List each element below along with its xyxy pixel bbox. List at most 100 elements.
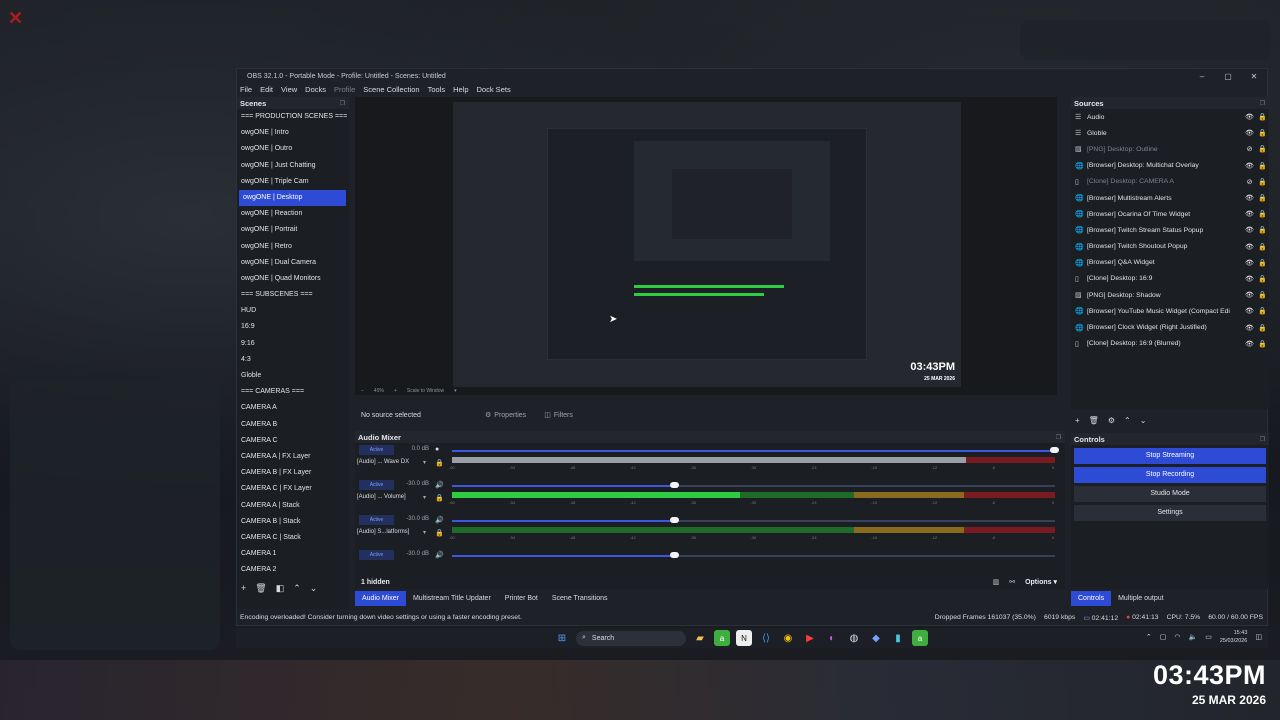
scene-item[interactable]: CAMERA A | Stack xyxy=(237,498,349,514)
remove-source-icon[interactable]: 🗑 xyxy=(1089,416,1099,425)
scene-item[interactable]: HUD xyxy=(237,303,349,319)
link-icon[interactable]: ⚯ xyxy=(1009,578,1015,586)
app-green2-icon[interactable]: a xyxy=(912,630,928,646)
youtube-music-icon[interactable]: ▶ xyxy=(802,630,818,646)
scene-item[interactable]: 4:3 xyxy=(237,352,349,368)
lock-icon[interactable]: 🔒 xyxy=(1256,226,1269,234)
preview-canvas[interactable]: ➤ 03:43PM 25 MAR 2026 xyxy=(453,102,961,387)
tab-scene-transitions[interactable]: Scene Transitions xyxy=(545,591,615,606)
settings-button[interactable]: Settings xyxy=(1074,505,1266,521)
source-item[interactable]: ☰ Globle 👁 🔒 xyxy=(1071,125,1269,141)
lock-icon[interactable]: 🔒 xyxy=(1256,340,1269,348)
volume-slider-knob[interactable] xyxy=(1050,447,1059,453)
volume-icon[interactable]: ● xyxy=(435,446,439,453)
app-cyan-icon[interactable]: ▮ xyxy=(890,630,906,646)
stop-streaming-button[interactable]: Stop Streaming xyxy=(1074,448,1266,464)
source-item[interactable]: ▨ [PNG] Desktop: Shadow 👁 🔒 xyxy=(1071,287,1269,303)
scene-item[interactable]: 16:9 xyxy=(237,319,349,335)
menu-help[interactable]: Help xyxy=(453,85,468,94)
scene-item[interactable]: owgONE | Reaction xyxy=(237,206,349,222)
eye-icon[interactable]: 👁 xyxy=(1243,275,1256,283)
volume-icon[interactable]: 🔊 xyxy=(435,551,444,559)
layout-icon[interactable]: ▥ xyxy=(993,578,1000,586)
eye-icon[interactable]: 👁 xyxy=(1243,259,1256,267)
scene-item[interactable]: === PRODUCTION SCENES === xyxy=(237,109,349,125)
scene-item[interactable]: CAMERA C xyxy=(237,433,349,449)
volume-icon[interactable]: 🔊 xyxy=(435,516,444,524)
chevron-down-icon[interactable]: ▾ xyxy=(454,388,457,394)
scene-item[interactable]: === SUBSCENES === xyxy=(237,287,349,303)
chevron-down-icon[interactable]: ▾ xyxy=(423,494,426,501)
source-item[interactable]: 🌐 [Browser] Ocarina Of Time Widget 👁 🔒 xyxy=(1071,206,1269,222)
scene-item[interactable]: CAMERA C | Stack xyxy=(237,530,349,546)
volume-slider-knob[interactable] xyxy=(670,552,680,558)
lock-icon[interactable]: 🔒 xyxy=(1256,307,1269,315)
eye-icon[interactable]: 👁 xyxy=(1243,307,1256,315)
menu-profile[interactable]: Profile xyxy=(334,85,355,94)
lock-icon[interactable]: 🔒 xyxy=(1256,324,1269,332)
lock-icon[interactable]: 🔒 xyxy=(1256,162,1269,170)
eye-icon[interactable]: 👁 xyxy=(1243,340,1256,348)
source-item[interactable]: ▯ [Clone] Desktop: 16:9 👁 🔒 xyxy=(1071,271,1269,287)
scene-item[interactable]: CAMERA B | Stack xyxy=(237,514,349,530)
chrome-icon[interactable]: ◉ xyxy=(780,630,796,646)
move-up-icon[interactable]: ⌃ xyxy=(293,583,301,594)
add-scene-icon[interactable]: + xyxy=(241,583,246,593)
app-green-icon[interactable]: a xyxy=(714,630,730,646)
source-item[interactable]: ▯ [Clone] Desktop: 16:9 (Blurred) 👁 🔒 xyxy=(1071,336,1269,352)
scene-item[interactable]: CAMERA B | FX Layer xyxy=(237,465,349,481)
lock-icon[interactable]: 🔒 xyxy=(1256,291,1269,299)
move-down-icon[interactable]: ⌄ xyxy=(1140,416,1147,425)
lock-icon[interactable]: 🔒 xyxy=(1256,178,1269,186)
taskbar-search[interactable]: ⌕ Search xyxy=(576,630,686,646)
eye-icon[interactable]: 👁 xyxy=(1243,291,1256,299)
scene-item[interactable]: === CAMERAS === xyxy=(237,384,349,400)
scene-item[interactable]: owgONE | Triple Cam xyxy=(237,174,349,190)
menu-scene-collection[interactable]: Scene Collection xyxy=(363,85,419,94)
chevron-down-icon[interactable]: ▾ xyxy=(423,459,426,466)
scene-item[interactable]: owgONE | Outro xyxy=(237,141,349,157)
scene-item[interactable]: owgONE | Dual Camera xyxy=(237,255,349,271)
volume-icon[interactable]: 🔈 xyxy=(1189,633,1198,641)
source-item[interactable]: ▨ [PNG] Desktop: Outline ⊘ 🔒 xyxy=(1071,141,1269,157)
taskbar-clock[interactable]: 15:43 25/03/2026 xyxy=(1220,629,1248,645)
dock-undock-icon[interactable]: ❐ xyxy=(1260,100,1265,107)
eye-icon[interactable]: 👁 xyxy=(1243,162,1256,170)
add-source-icon[interactable]: + xyxy=(1075,416,1080,425)
stop-recording-button[interactable]: Stop Recording xyxy=(1074,467,1266,483)
source-item[interactable]: ☰ Audio 👁 🔒 xyxy=(1071,109,1269,125)
lock-icon[interactable]: 🔒 xyxy=(1256,259,1269,267)
volume-slider-knob[interactable] xyxy=(670,517,680,523)
volume-slider-knob[interactable] xyxy=(670,482,680,488)
battery-icon[interactable]: ▭ xyxy=(1205,633,1212,641)
eye-icon[interactable]: 👁 xyxy=(1243,210,1256,218)
source-item[interactable]: 🌐 [Browser] Desktop: Multichat Overlay 👁 🔒 xyxy=(1071,158,1269,174)
scene-item[interactable]: CAMERA B xyxy=(237,417,349,433)
maximize-icon[interactable]: ▢ xyxy=(1215,72,1241,81)
windows-start-icon[interactable]: ⊞ xyxy=(554,630,570,646)
menu-edit[interactable]: Edit xyxy=(260,85,273,94)
minimize-icon[interactable]: – xyxy=(1189,72,1215,81)
scene-item[interactable]: 9:16 xyxy=(237,336,349,352)
tab-controls[interactable]: Controls xyxy=(1071,591,1112,606)
zoom-in-icon[interactable]: + xyxy=(394,388,397,394)
preview-area[interactable]: ➤ 03:43PM 25 MAR 2026 − 49% + Scale to W… xyxy=(355,97,1057,395)
scene-item[interactable]: owgONE | Intro xyxy=(237,125,349,141)
options-button[interactable]: Options ▾ xyxy=(1025,578,1057,586)
menu-tools[interactable]: Tools xyxy=(428,85,446,94)
lock-icon[interactable]: 🔒 xyxy=(1256,145,1269,153)
tab-printer-bot[interactable]: Printer Bot xyxy=(498,591,545,606)
scene-filters-icon[interactable]: ◧ xyxy=(276,583,285,594)
lock-icon[interactable]: 🔒 xyxy=(1256,275,1269,283)
app-blue-icon[interactable]: ◆ xyxy=(868,630,884,646)
obs-icon[interactable]: ◍ xyxy=(846,630,862,646)
file-explorer-icon[interactable]: ▰ xyxy=(692,630,708,646)
tab-multiple-output[interactable]: Multiple output xyxy=(1111,591,1171,606)
source-item[interactable]: 🌐 [Browser] Multistream Alerts 👁 🔒 xyxy=(1071,190,1269,206)
scene-item[interactable]: CAMERA C | FX Layer xyxy=(237,481,349,497)
scene-item[interactable]: owgONE | Quad Monitors xyxy=(237,271,349,287)
scene-item[interactable]: owgONE | Just Chatting xyxy=(237,158,349,174)
move-down-icon[interactable]: ⌄ xyxy=(310,583,318,594)
move-up-icon[interactable]: ⌃ xyxy=(1124,416,1131,425)
lock-icon[interactable]: 🔒 xyxy=(1256,129,1269,137)
